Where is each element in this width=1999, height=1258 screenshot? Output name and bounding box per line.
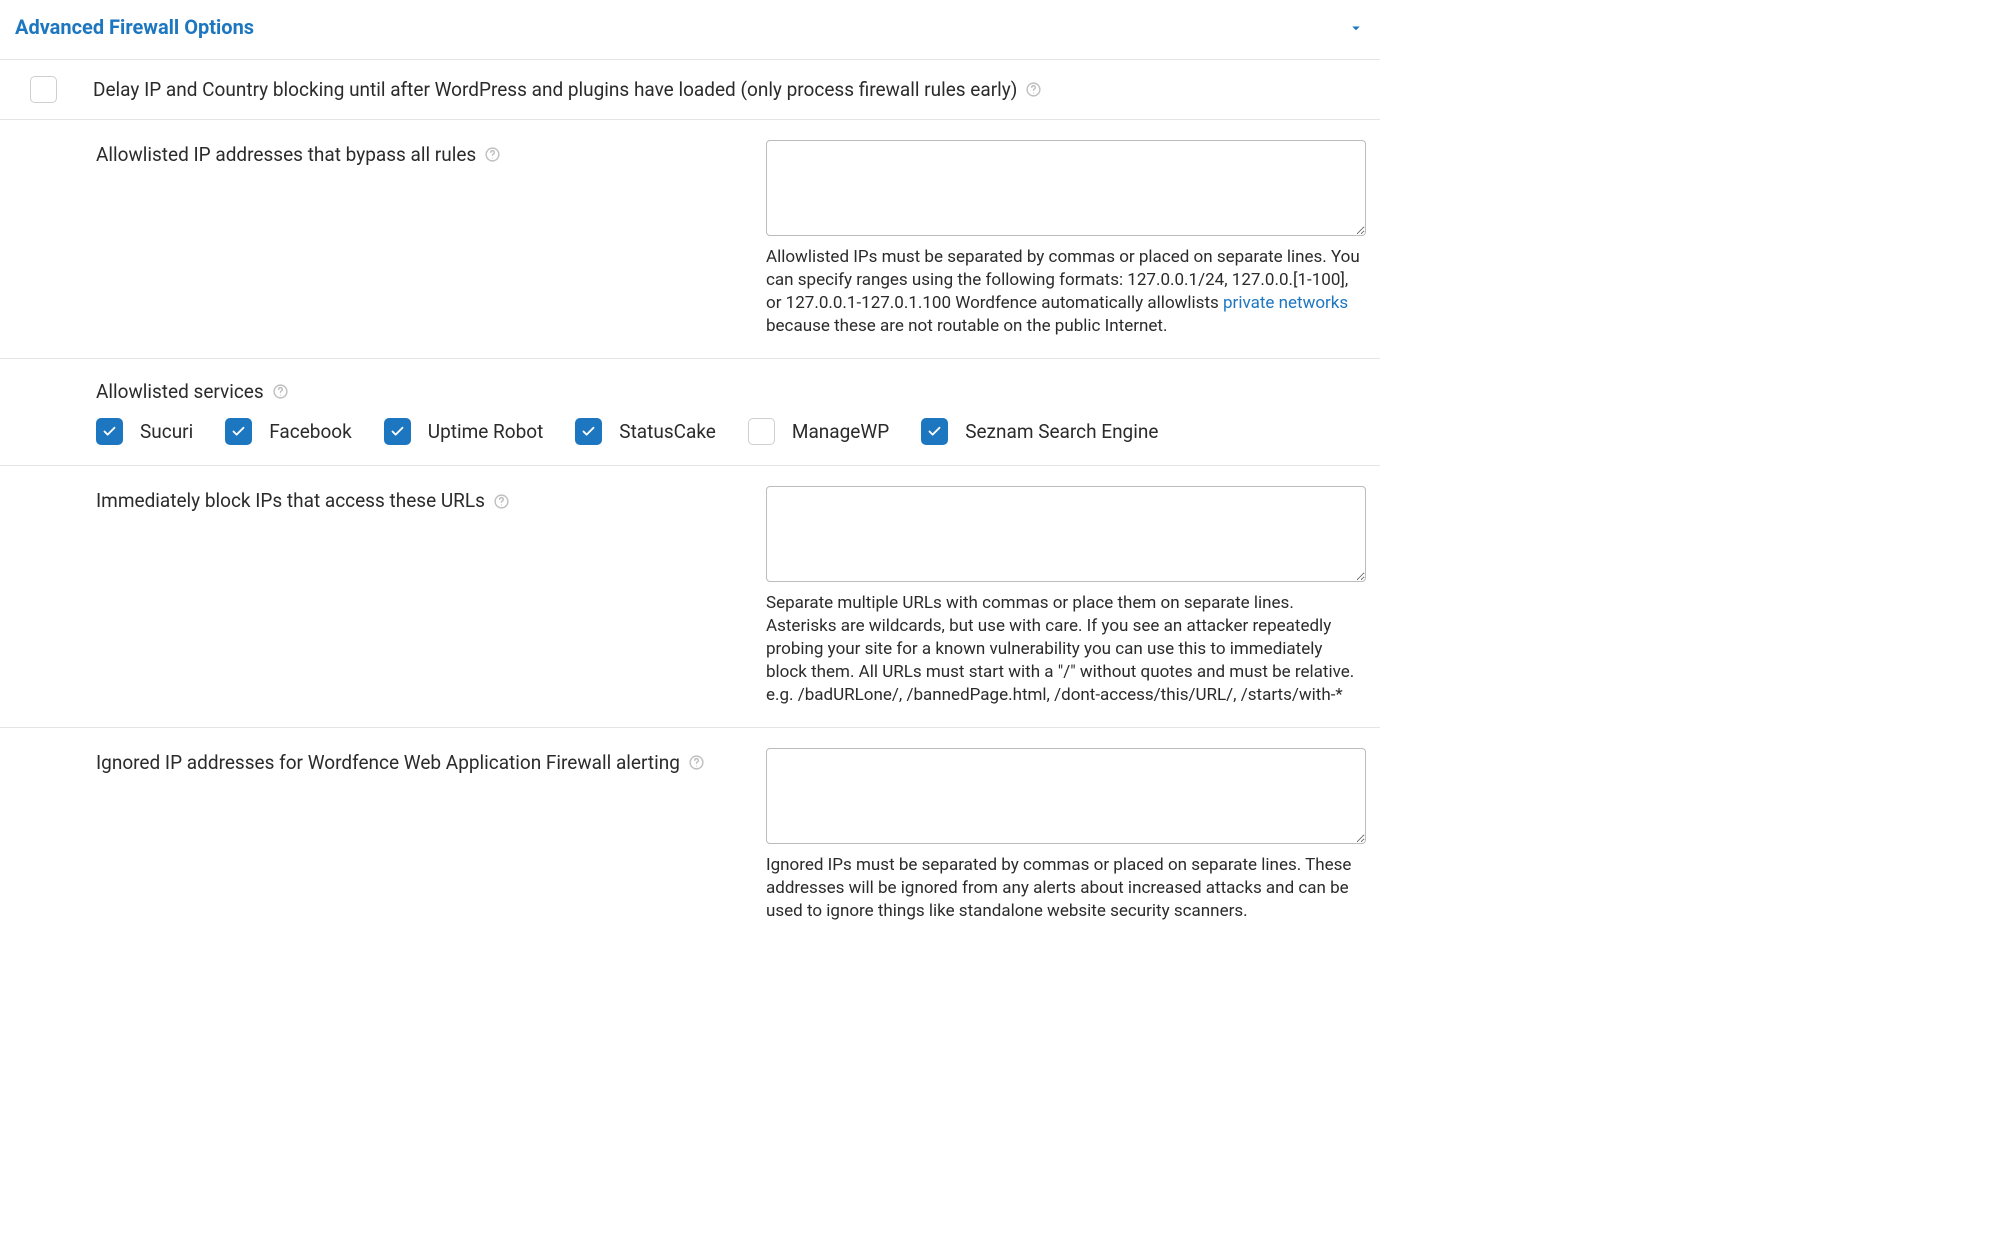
service-checkbox-statuscake[interactable] xyxy=(575,418,602,445)
help-icon[interactable] xyxy=(484,146,501,163)
service-label: Seznam Search Engine xyxy=(965,419,1158,445)
row-allowlisted-services: Allowlisted services Sucuri Facebook Uptim… xyxy=(0,359,1380,467)
ignored-ips-textarea[interactable] xyxy=(766,748,1366,844)
service-checkbox-managewp[interactable] xyxy=(748,418,775,445)
delay-ip-blocking-checkbox[interactable] xyxy=(30,76,57,103)
service-item-managewp: ManageWP xyxy=(748,418,889,445)
allowlisted-ips-textarea[interactable] xyxy=(766,140,1366,236)
service-item-facebook: Facebook xyxy=(225,418,352,445)
service-item-uptime-robot: Uptime Robot xyxy=(384,418,544,445)
service-item-sucuri: Sucuri xyxy=(96,418,193,445)
ignored-ips-help: Ignored IPs must be separated by commas … xyxy=(766,854,1366,923)
row-ignored-ips: Ignored IP addresses for Wordfence Web A… xyxy=(0,728,1380,943)
allowlisted-ips-help: Allowlisted IPs must be separated by com… xyxy=(766,246,1366,338)
block-urls-help: Separate multiple URLs with commas or pl… xyxy=(766,592,1366,707)
service-item-seznam: Seznam Search Engine xyxy=(921,418,1158,445)
service-checkbox-uptime-robot[interactable] xyxy=(384,418,411,445)
help-icon[interactable] xyxy=(688,754,705,771)
ignored-ips-label: Ignored IP addresses for Wordfence Web A… xyxy=(96,750,680,776)
help-icon[interactable] xyxy=(493,493,510,510)
chevron-down-icon[interactable] xyxy=(1347,19,1365,37)
service-label: ManageWP xyxy=(792,419,889,445)
service-label: Sucuri xyxy=(140,419,193,445)
service-checkbox-seznam[interactable] xyxy=(921,418,948,445)
service-label: Uptime Robot xyxy=(428,419,544,445)
row-delay-ip-blocking: Delay IP and Country blocking until afte… xyxy=(0,60,1380,120)
service-item-statuscake: StatusCake xyxy=(575,418,716,445)
service-label: StatusCake xyxy=(619,419,716,445)
allowlisted-ips-label: Allowlisted IP addresses that bypass all… xyxy=(96,142,476,168)
row-block-urls: Immediately block IPs that access these … xyxy=(0,466,1380,728)
block-urls-textarea[interactable] xyxy=(766,486,1366,582)
service-checkbox-facebook[interactable] xyxy=(225,418,252,445)
private-networks-link[interactable]: private networks xyxy=(1223,293,1348,313)
row-allowlisted-ips: Allowlisted IP addresses that bypass all… xyxy=(0,120,1380,359)
help-icon[interactable] xyxy=(272,383,289,400)
section-header[interactable]: Advanced Firewall Options xyxy=(0,0,1380,60)
allowlisted-services-label: Allowlisted services xyxy=(96,379,264,405)
section-title: Advanced Firewall Options xyxy=(15,14,254,41)
delay-ip-blocking-label: Delay IP and Country blocking until afte… xyxy=(93,77,1017,103)
help-icon[interactable] xyxy=(1025,81,1042,98)
service-label: Facebook xyxy=(269,419,352,445)
block-urls-label: Immediately block IPs that access these … xyxy=(96,488,485,514)
service-checkbox-sucuri[interactable] xyxy=(96,418,123,445)
